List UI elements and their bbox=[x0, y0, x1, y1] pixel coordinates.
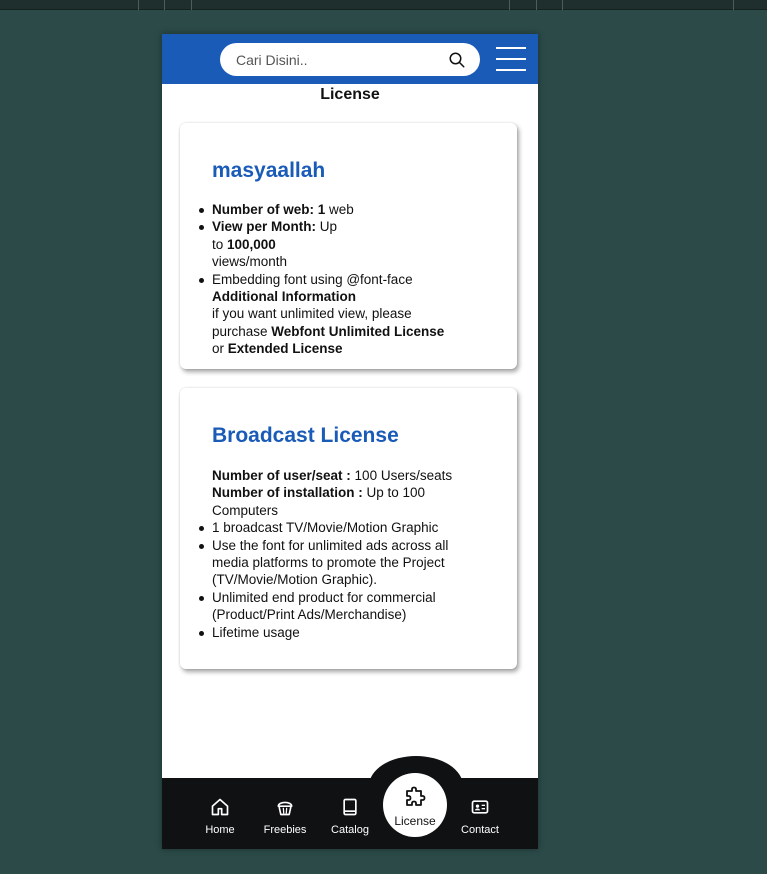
menu-line bbox=[496, 47, 526, 49]
list-item: 1 broadcast TV/Movie/Motion Graphic bbox=[199, 519, 482, 536]
search-bar[interactable] bbox=[220, 43, 480, 76]
license-card-broadcast: Broadcast License Number of user/seat : … bbox=[180, 388, 517, 669]
strip-divider bbox=[138, 0, 139, 10]
list-item: Number of web: 1 web bbox=[199, 201, 452, 218]
card-body: Number of web: 1 web View per Month: Up … bbox=[199, 201, 452, 358]
search-input[interactable] bbox=[236, 43, 436, 76]
nav-catalog[interactable]: Catalog bbox=[320, 778, 380, 849]
app-header bbox=[162, 34, 538, 84]
view-value: 100,000 bbox=[227, 236, 276, 252]
nav-home[interactable]: Home bbox=[190, 778, 250, 849]
menu-line bbox=[496, 58, 526, 60]
strip-divider bbox=[191, 0, 192, 10]
seat-label: Number of user/seat : bbox=[212, 468, 355, 483]
or-text: or bbox=[212, 341, 228, 357]
list-item: Lifetime usage bbox=[199, 624, 482, 641]
list-item: Unlimited end product for commercial (Pr… bbox=[199, 589, 482, 624]
page-title: License bbox=[320, 86, 380, 103]
seat-line: Number of user/seat : 100 Users/seats bbox=[212, 467, 482, 484]
strip-divider bbox=[509, 0, 510, 10]
hamburger-menu-icon[interactable] bbox=[496, 46, 528, 72]
nav-license[interactable]: License bbox=[383, 773, 447, 837]
install-label: Number of installation : bbox=[212, 485, 367, 501]
nav-label: Contact bbox=[461, 824, 499, 836]
nav-freebies[interactable]: Freebies bbox=[255, 778, 315, 849]
strip-divider bbox=[164, 0, 165, 10]
list-item: Use the font for unlimited ads across al… bbox=[199, 537, 482, 589]
search-icon[interactable] bbox=[448, 51, 466, 69]
browser-top-strip bbox=[0, 0, 767, 10]
nav-label: Freebies bbox=[263, 824, 307, 836]
web-unit: web bbox=[325, 202, 354, 217]
list-item: View per Month: Up to 100,000 views/mont… bbox=[199, 218, 352, 270]
seat-value: 100 Users/seats bbox=[354, 468, 453, 483]
strip-divider bbox=[536, 0, 537, 10]
bottom-nav: Home Freebies Catalog Contact bbox=[162, 778, 538, 849]
nav-label: Catalog bbox=[331, 824, 369, 836]
contact-card-icon bbox=[471, 800, 489, 814]
strip-divider bbox=[562, 0, 563, 10]
install-line: Number of installation : Up to 100 Compu… bbox=[212, 484, 482, 519]
card-title: masyaallah bbox=[212, 159, 326, 182]
cupcake-icon bbox=[277, 801, 293, 816]
web-label: Number of web: bbox=[212, 202, 318, 217]
strip-divider bbox=[733, 0, 734, 10]
embed-text: Embedding font using @font-face bbox=[212, 271, 413, 287]
home-icon bbox=[211, 798, 229, 816]
list-item: Embedding font using @font-face Addition… bbox=[199, 271, 452, 358]
view-label: View per Month: bbox=[212, 219, 317, 235]
phone-viewport: License masyaallah Number of web: 1 web … bbox=[162, 34, 538, 849]
license-card-webfont: masyaallah Number of web: 1 web View per… bbox=[180, 123, 517, 369]
view-unit: views/month bbox=[212, 254, 288, 270]
additional-info-title: Additional Information bbox=[212, 289, 356, 305]
webfont-unlimited-link: Webfont Unlimited License bbox=[271, 323, 445, 339]
nav-label: Home bbox=[205, 824, 235, 836]
card-body: Number of user/seat : 100 Users/seats Nu… bbox=[199, 467, 482, 641]
menu-line bbox=[496, 69, 526, 71]
puzzle-icon bbox=[406, 786, 426, 806]
extended-license-link: Extended License bbox=[227, 341, 343, 357]
nav-label: License bbox=[394, 814, 436, 828]
card-title: Broadcast License bbox=[212, 424, 399, 447]
book-icon bbox=[343, 798, 357, 816]
nav-contact[interactable]: Contact bbox=[450, 778, 510, 849]
